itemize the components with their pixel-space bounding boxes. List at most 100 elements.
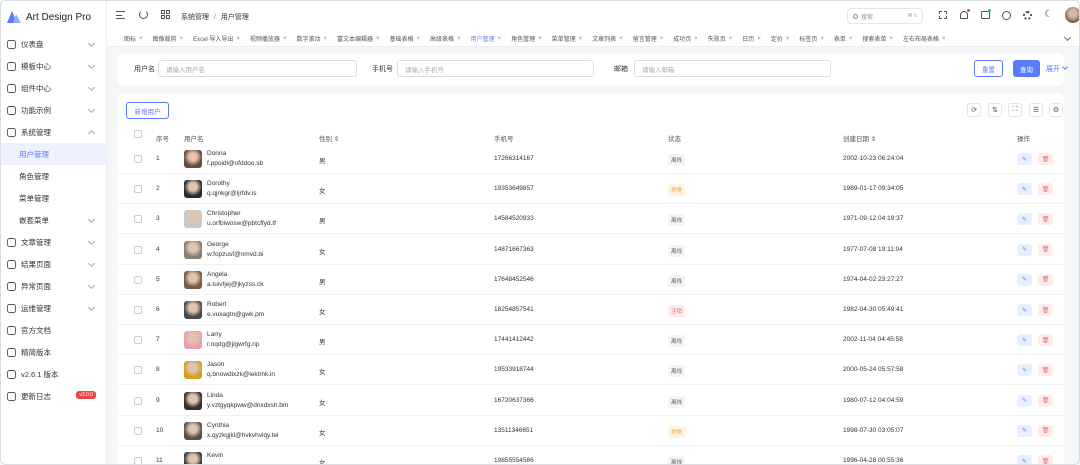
edit-button[interactable]: ✎ [1017, 334, 1032, 347]
tab[interactable]: 失败页 × [703, 31, 738, 46]
close-icon[interactable]: × [498, 36, 502, 42]
sidebar-item[interactable]: 文章管理 [1, 231, 106, 253]
sidebar-item[interactable]: 运维管理 [1, 297, 106, 319]
expand-link[interactable]: 展开 [1046, 64, 1068, 74]
close-icon[interactable]: × [849, 36, 853, 42]
tab[interactable]: 表单 × [829, 31, 858, 46]
edit-button[interactable]: ✎ [1017, 304, 1032, 316]
sidebar-item[interactable]: 功能示例 [1, 99, 106, 121]
tab[interactable]: 日历 × [737, 31, 766, 46]
delete-button[interactable]: 🗑 [1038, 153, 1053, 165]
edit-button[interactable]: ✎ [1017, 455, 1032, 464]
close-icon[interactable]: × [619, 36, 623, 42]
sidebar-item[interactable]: 嵌套菜单 [1, 209, 106, 231]
tab[interactable]: 留言管理 × [628, 31, 669, 46]
delete-button[interactable]: 🗑 [1038, 183, 1053, 196]
close-icon[interactable]: × [538, 36, 542, 42]
close-icon[interactable]: × [139, 36, 143, 42]
close-icon[interactable]: × [942, 36, 946, 42]
close-icon[interactable]: × [457, 36, 461, 42]
close-icon[interactable]: × [757, 36, 761, 42]
edit-button[interactable]: ✎ [1017, 364, 1032, 377]
row-checkbox[interactable] [134, 275, 142, 284]
tab[interactable]: 搜索表单 × [857, 31, 898, 46]
column-settings-icon[interactable]: ☰ [1029, 103, 1043, 117]
edit-button[interactable]: ✎ [1017, 273, 1032, 286]
delete-button[interactable]: 🗑 [1038, 243, 1053, 256]
close-icon[interactable]: × [323, 36, 327, 42]
row-checkbox[interactable] [134, 457, 142, 464]
grid-apps-icon[interactable] [161, 10, 170, 19]
row-checkbox[interactable] [134, 366, 142, 375]
edit-button[interactable]: ✎ [1017, 424, 1032, 437]
edit-button[interactable]: ✎ [1017, 183, 1032, 196]
tab[interactable]: 文章列表 × [587, 31, 628, 46]
sidebar-item[interactable]: 角色管理 [1, 165, 106, 187]
row-checkbox[interactable] [134, 155, 142, 163]
edit-button[interactable]: ✎ [1017, 213, 1032, 226]
sidebar-item[interactable]: 精简版本 [1, 341, 106, 363]
tab[interactable]: 视频播放器 × [245, 31, 292, 46]
row-checkbox[interactable] [134, 306, 142, 314]
tab[interactable]: 用户管理 × [466, 31, 507, 46]
delete-button[interactable]: 🗑 [1038, 424, 1053, 437]
tab[interactable]: 图像裁剪 × [148, 31, 189, 46]
close-icon[interactable]: × [283, 36, 287, 42]
fullscreen-table-icon[interactable]: ⛶ [1008, 103, 1022, 117]
close-icon[interactable]: × [820, 36, 824, 42]
close-icon[interactable]: × [417, 36, 421, 42]
refresh-table-icon[interactable]: ⟳ [967, 103, 981, 117]
sidebar-item[interactable]: 仪表盘 [1, 33, 106, 55]
emoji-icon[interactable] [1002, 11, 1011, 20]
edit-button[interactable]: ✎ [1017, 394, 1032, 407]
close-icon[interactable]: × [729, 36, 733, 42]
close-icon[interactable]: × [889, 36, 893, 42]
delete-button[interactable]: 🗑 [1038, 334, 1053, 347]
delete-button[interactable]: 🗑 [1038, 273, 1053, 286]
table-settings-icon[interactable]: ⚙ [1049, 103, 1063, 117]
tab[interactable]: 高级表格 × [425, 31, 466, 46]
edit-button[interactable]: ✎ [1017, 243, 1032, 256]
tab[interactable]: 菜单管理 × [547, 31, 588, 46]
notification-icon[interactable] [960, 11, 968, 19]
tab[interactable]: 左右布局表格 × [898, 31, 951, 46]
tab[interactable]: 定价 × [766, 31, 795, 46]
header-gender[interactable]: 性别 ⇕ [319, 133, 339, 143]
row-checkbox[interactable] [134, 245, 142, 254]
tab[interactable]: 基础表格 × [385, 31, 426, 46]
user-avatar[interactable] [1065, 7, 1079, 23]
tab[interactable]: 数字滚动 × [291, 31, 332, 46]
close-icon[interactable]: × [236, 36, 240, 42]
row-checkbox[interactable] [134, 336, 142, 345]
row-checkbox[interactable] [134, 215, 142, 224]
sidebar-item[interactable]: 组件中心 [1, 77, 106, 99]
breadcrumb-item[interactable]: 系统管理 [181, 14, 209, 21]
reset-button[interactable]: 重置 [974, 60, 1003, 77]
dark-mode-icon[interactable]: ☾ [1044, 10, 1053, 20]
sidebar-item[interactable]: 官方文档 [1, 319, 106, 341]
close-icon[interactable]: × [786, 36, 790, 42]
tab[interactable]: Excel 导入导出 × [188, 31, 245, 46]
tab[interactable]: 富文本编辑器 × [332, 31, 385, 46]
delete-button[interactable]: 🗑 [1038, 394, 1053, 407]
tab[interactable]: 成功页 × [668, 31, 703, 46]
tab[interactable]: 角色管理 × [506, 31, 547, 46]
header-date[interactable]: 创建日期 ⇕ [843, 133, 876, 143]
add-user-button[interactable]: 新增用户 [126, 102, 169, 119]
search-button[interactable]: 查询 [1013, 60, 1040, 77]
close-icon[interactable]: × [376, 36, 380, 42]
username-input[interactable]: 请输入用户名 [158, 60, 357, 77]
sidebar-item[interactable]: v2.6.1 版本 [1, 363, 106, 385]
sidebar-item[interactable]: 模板中心 [1, 55, 106, 77]
close-icon[interactable]: × [694, 36, 698, 42]
refresh-icon[interactable] [139, 10, 148, 19]
edit-button[interactable]: ✎ [1017, 153, 1032, 165]
delete-button[interactable]: 🗑 [1038, 364, 1053, 377]
row-checkbox[interactable] [134, 396, 142, 405]
close-icon[interactable]: × [180, 36, 184, 42]
select-all-checkbox[interactable] [134, 130, 142, 138]
close-icon[interactable]: × [660, 36, 664, 42]
sidebar-item[interactable]: 结果页面 [1, 253, 106, 275]
close-icon[interactable]: × [579, 36, 583, 42]
delete-button[interactable]: 🗑 [1038, 213, 1053, 226]
